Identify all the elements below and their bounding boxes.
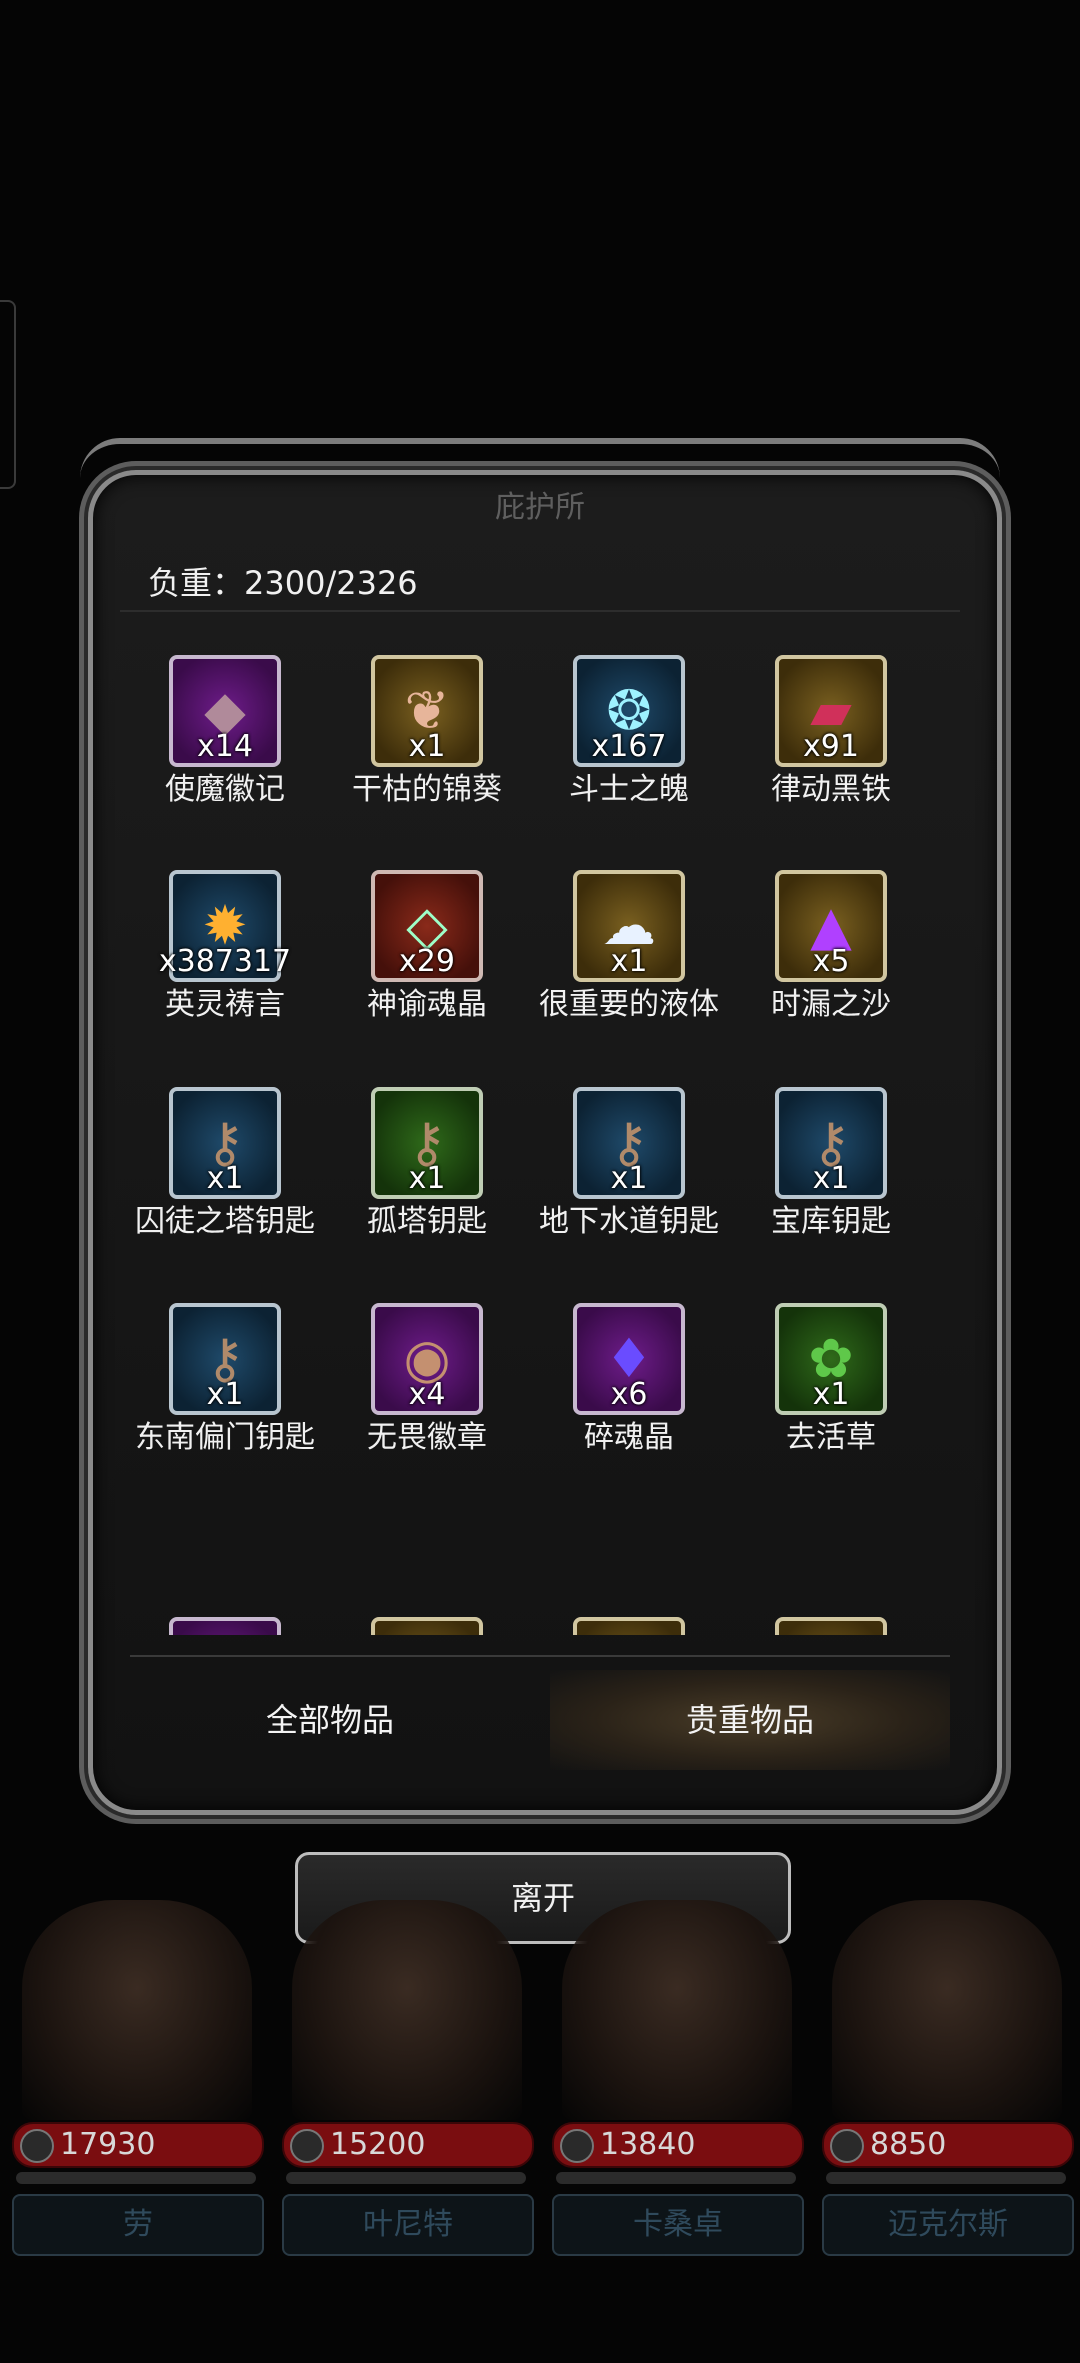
hero-name: 迈克尔斯: [822, 2194, 1074, 2256]
item-slot[interactable]: [573, 1617, 685, 1635]
hero-card[interactable]: 13840 卡桑卓: [552, 1900, 804, 2260]
item-quantity: x4: [408, 1377, 446, 1412]
item-quantity: x1: [408, 729, 446, 764]
hp-icon: [830, 2129, 864, 2163]
hero-portrait: [292, 1900, 522, 2120]
item-name: 斗士之魄: [569, 772, 689, 807]
item-name: 使魔徽记: [165, 772, 285, 807]
item-quantity: x6: [610, 1377, 648, 1412]
item-quantity: x91: [803, 729, 859, 764]
divider: [120, 610, 960, 612]
hp-icon: [20, 2129, 54, 2163]
item-quantity: x5: [812, 944, 850, 979]
hero-name: 劳: [12, 2194, 264, 2256]
item-name: 去活草: [786, 1420, 876, 1455]
hp-value: 17930: [60, 2127, 156, 2162]
hp-value: 13840: [600, 2127, 696, 2162]
item-quantity: x1: [812, 1377, 850, 1412]
item-slot[interactable]: [371, 1617, 483, 1635]
secondary-bar: [556, 2172, 796, 2184]
item-quantity: x1: [206, 1161, 244, 1196]
hp-value: 8850: [870, 2127, 947, 2162]
hero-portrait: [562, 1900, 792, 2120]
item-slot[interactable]: [775, 1617, 887, 1635]
item-name: 很重要的液体: [539, 987, 719, 1022]
hero-portrait: [22, 1900, 252, 2120]
hero-name: 叶尼特: [282, 2194, 534, 2256]
hp-icon: [290, 2129, 324, 2163]
item-name: 碎魂晶: [584, 1420, 674, 1455]
item-quantity: x1: [610, 944, 648, 979]
item-quantity: x1: [610, 1161, 648, 1196]
item-quantity: x387317: [158, 944, 292, 979]
item-quantity: x14: [197, 729, 253, 764]
tab-valuable-items[interactable]: 贵重物品: [550, 1670, 950, 1770]
hp-value: 15200: [330, 2127, 426, 2162]
inventory-grid[interactable]: ✦x11风龙印记✦x5冰龙印记◈x25角斗者之证✧x5堕落魂灵◆x14使魔徽记❦…: [125, 615, 955, 1635]
item-quantity: x1: [408, 1161, 446, 1196]
item-name: 律动黑铁: [771, 772, 891, 807]
hp-bar: 13840: [552, 2122, 804, 2168]
side-drawer-tab[interactable]: [0, 300, 16, 489]
item-quantity: x1: [812, 1161, 850, 1196]
panel-title: 庇护所: [495, 490, 585, 525]
secondary-bar: [16, 2172, 256, 2184]
item-quantity: x167: [591, 729, 667, 764]
hp-icon: [560, 2129, 594, 2163]
item-name: 地下水道钥匙: [539, 1204, 719, 1239]
item-name: 干枯的锦葵: [352, 772, 502, 807]
hero-card[interactable]: 17930 劳: [12, 1900, 264, 2260]
item-name: 宝库钥匙: [771, 1204, 891, 1239]
secondary-bar: [826, 2172, 1066, 2184]
hp-bar: 15200: [282, 2122, 534, 2168]
item-name: 东南偏门钥匙: [135, 1420, 315, 1455]
weight-label: 负重：2300/2326: [148, 564, 418, 602]
item-name: 英灵祷言: [165, 987, 285, 1022]
hero-name: 卡桑卓: [552, 2194, 804, 2256]
hero-portrait: [832, 1900, 1062, 2120]
item-quantity: x29: [399, 944, 455, 979]
hp-bar: 17930: [12, 2122, 264, 2168]
item-slot[interactable]: [169, 1617, 281, 1635]
item-name: 囚徒之塔钥匙: [135, 1204, 315, 1239]
tab-all-items[interactable]: 全部物品: [130, 1670, 530, 1770]
item-name: 无畏徽章: [367, 1420, 487, 1455]
secondary-bar: [286, 2172, 526, 2184]
item-quantity: x1: [206, 1377, 244, 1412]
item-name: 孤塔钥匙: [367, 1204, 487, 1239]
hero-card[interactable]: 8850 迈克尔斯: [822, 1900, 1074, 2260]
item-name: 时漏之沙: [771, 987, 891, 1022]
item-name: 神谕魂晶: [367, 987, 487, 1022]
divider: [130, 1655, 950, 1657]
hero-card[interactable]: 15200 叶尼特: [282, 1900, 534, 2260]
hp-bar: 8850: [822, 2122, 1074, 2168]
